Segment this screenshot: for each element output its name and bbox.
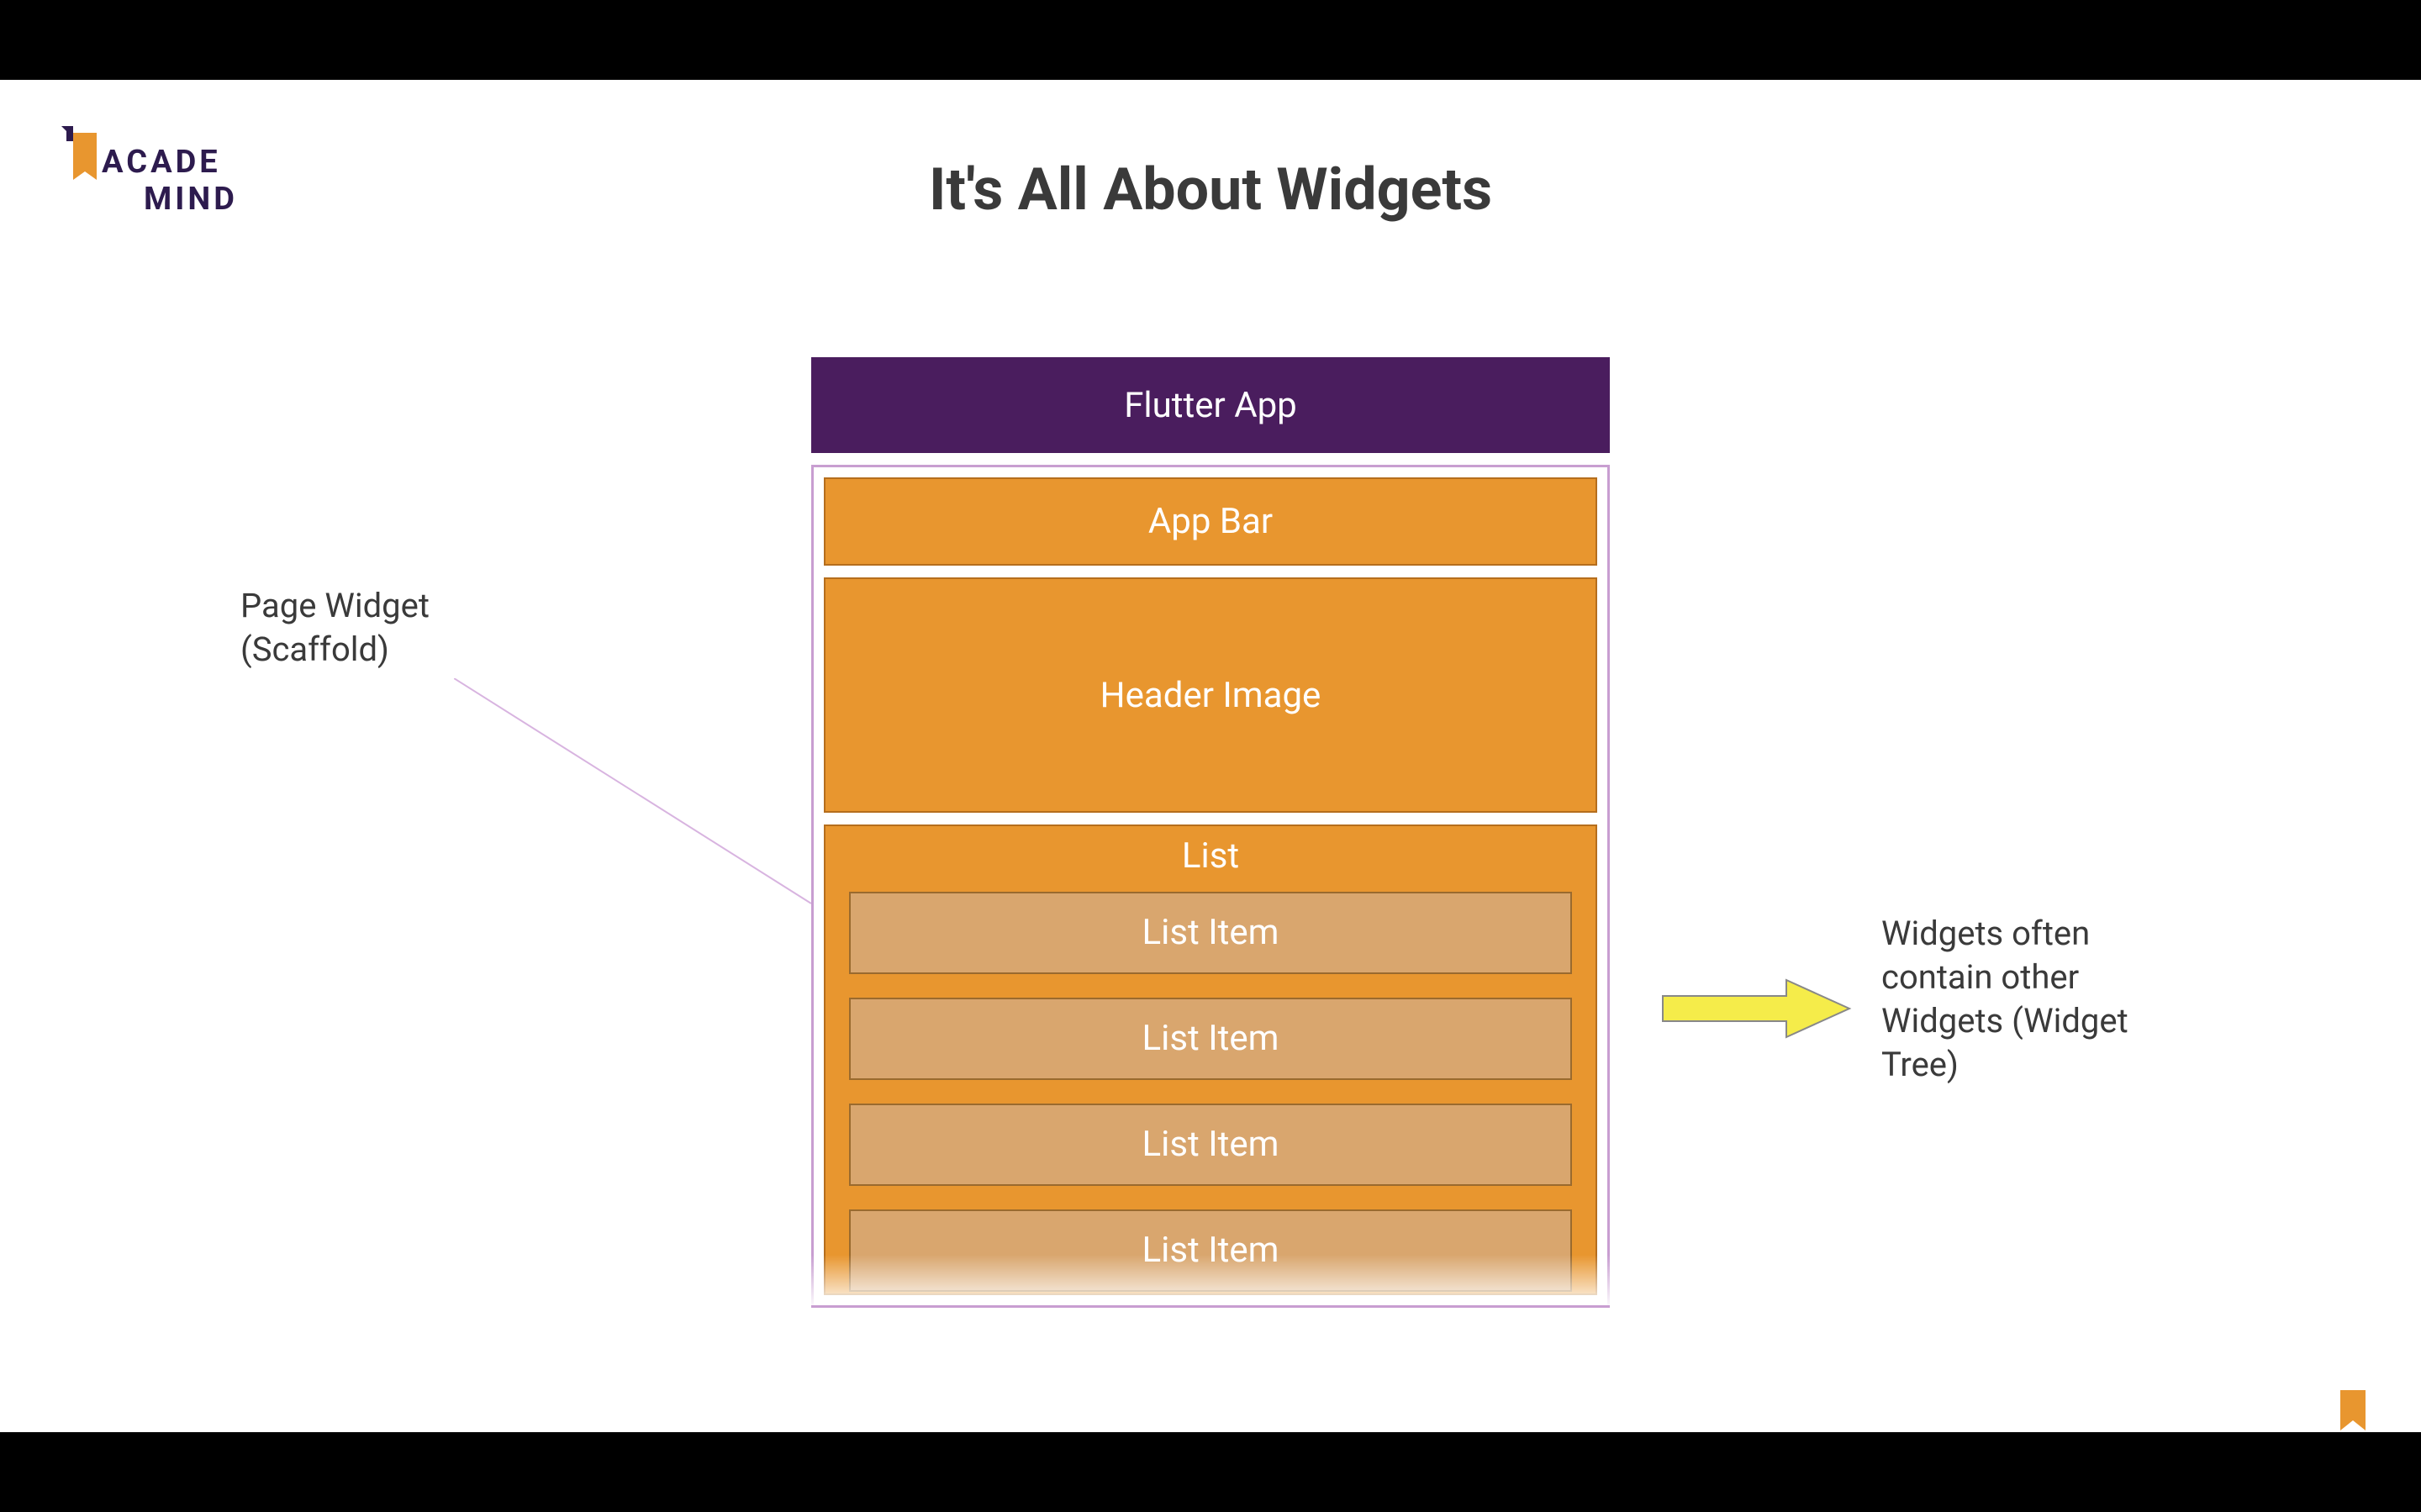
academind-logo: ACADE MIND: [61, 126, 238, 218]
logo-text: ACADE MIND: [102, 145, 238, 218]
scaffold-container: App Bar Header Image List List Item List…: [811, 465, 1610, 1308]
flutter-app-box: Flutter App: [811, 357, 1610, 453]
list-item: List Item: [849, 998, 1572, 1080]
left-annotation: Page Widget (Scaffold): [240, 584, 430, 672]
arrow-icon: [1660, 977, 1852, 1040]
slide-content: ACADE MIND It's All About Widgets Page W…: [0, 80, 2421, 1432]
bottom-black-bar: [0, 1432, 2421, 1512]
app-bar-widget: App Bar: [824, 477, 1597, 566]
widget-diagram: Flutter App App Bar Header Image List Li…: [811, 357, 1610, 1308]
list-widget: List List Item List Item List Item List …: [824, 824, 1597, 1295]
logo-line2: MIND: [144, 182, 238, 219]
left-annotation-line1: Page Widget: [240, 584, 430, 628]
list-item: List Item: [849, 1104, 1572, 1186]
list-title: List: [1182, 835, 1239, 877]
logo-bookmark-icon: [61, 126, 97, 193]
annotation-pointer-line: [454, 678, 815, 905]
slide-title: It's All About Widgets: [929, 155, 1492, 224]
bottom-bookmark-icon: [2335, 1390, 2371, 1432]
list-item: List Item: [849, 1209, 1572, 1292]
right-annotation: Widgets often contain other Widgets (Wid…: [1881, 912, 2184, 1087]
logo-line1: ACADE: [102, 145, 238, 182]
top-black-bar: [0, 0, 2421, 80]
list-item: List Item: [849, 892, 1572, 974]
header-image-widget: Header Image: [824, 577, 1597, 813]
left-annotation-line2: (Scaffold): [240, 628, 430, 672]
